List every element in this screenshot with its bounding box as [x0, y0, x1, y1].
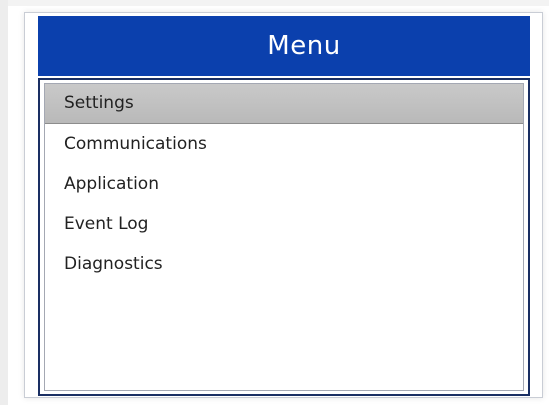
- menu-header: Menu: [38, 16, 530, 76]
- menu-list: Settings Communications Application Even…: [45, 84, 523, 284]
- menu-item-communications[interactable]: Communications: [45, 124, 523, 164]
- menu-body: Settings Communications Application Even…: [38, 78, 530, 396]
- page-edge: [0, 0, 549, 6]
- menu-item-event-log[interactable]: Event Log: [45, 204, 523, 244]
- menu-item-settings[interactable]: Settings: [45, 84, 523, 124]
- menu-item-diagnostics[interactable]: Diagnostics: [45, 244, 523, 284]
- page-edge-left: [0, 0, 8, 405]
- menu-list-frame: Settings Communications Application Even…: [44, 83, 524, 391]
- menu-screen: Menu Settings Communications Application…: [24, 12, 543, 398]
- menu-title: Menu: [267, 31, 341, 61]
- menu-item-application[interactable]: Application: [45, 164, 523, 204]
